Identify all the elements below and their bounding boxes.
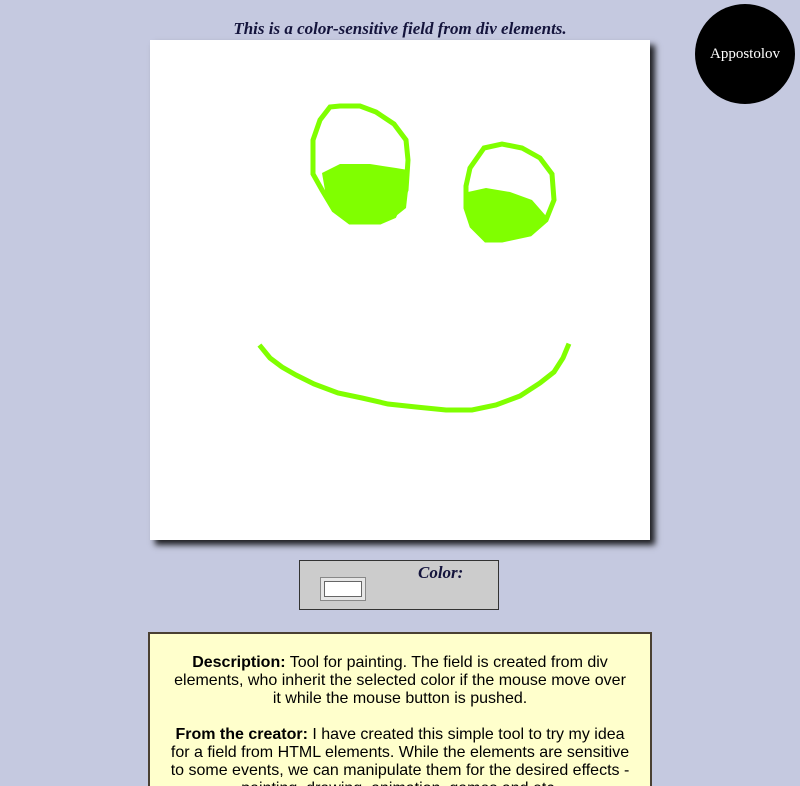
- description-box: Description: Tool for painting. The fiel…: [148, 632, 652, 786]
- right-pupil-fill: [466, 188, 546, 242]
- author-badge: Appostolov: [695, 4, 795, 104]
- left-pupil-fill: [322, 164, 408, 224]
- creator-heading: From the creator:: [175, 726, 308, 743]
- paint-field[interactable]: [150, 40, 650, 540]
- selected-color-swatch: [324, 581, 362, 597]
- color-picker-button[interactable]: [320, 577, 366, 601]
- painted-smiley-drawing: [257, 103, 572, 413]
- author-badge-label: Appostolov: [709, 45, 780, 62]
- color-label: Color:: [418, 563, 464, 582]
- description-heading: Description:: [192, 654, 286, 671]
- mouth-curve: [257, 342, 572, 413]
- color-panel: Color:: [299, 560, 499, 610]
- description-paragraph: Description: Tool for painting. The fiel…: [170, 654, 630, 708]
- creator-paragraph: From the creator: I have created this si…: [170, 726, 630, 786]
- page: This is a color-sensitive field from div…: [0, 0, 800, 786]
- page-headline: This is a color-sensitive field from div…: [233, 19, 567, 38]
